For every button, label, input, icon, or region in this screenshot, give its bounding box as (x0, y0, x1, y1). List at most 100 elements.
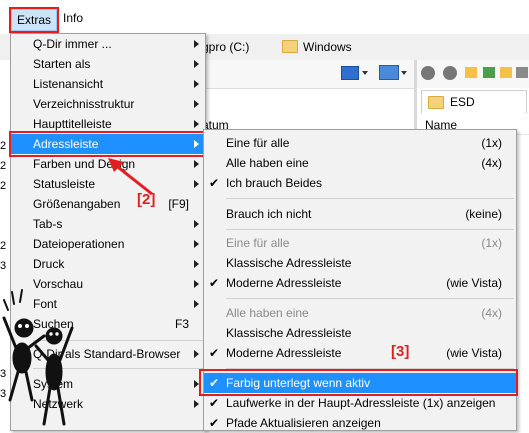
menu-item-label: Haupttitelleiste (33, 117, 112, 131)
chevron-right-icon (194, 40, 199, 48)
chevron-right-icon (194, 120, 199, 128)
chevron-right-icon (194, 240, 199, 248)
menu-item-label: Laufwerke in der Haupt-Adressleiste (1x)… (226, 396, 496, 410)
menu-item-listenansicht[interactable]: Listenansicht (11, 74, 205, 94)
adressleiste-submenu: Eine für alle (1x) Alle haben eine (4x) ✔ I… (203, 129, 517, 431)
chevron-right-icon (194, 220, 199, 228)
menu-item-label: Dateioperationen (33, 237, 125, 251)
chevron-right-icon (194, 400, 199, 408)
up-folder-icon[interactable] (465, 67, 477, 78)
row-number: 2 (0, 240, 7, 252)
menu-item-label: Adressleiste (33, 137, 99, 151)
menu-item-label: Moderne Adressleiste (226, 346, 342, 360)
back-icon[interactable] (421, 66, 435, 80)
submenu-item-pfade-aktualisieren[interactable]: ✔ Pfade Aktualisieren anzeigen (204, 413, 516, 433)
menu-item-druck[interactable]: Druck (11, 254, 205, 274)
folder-icon (428, 96, 444, 109)
chevron-right-icon (194, 140, 199, 148)
folder-tree-icon[interactable] (500, 67, 512, 78)
annotation-arrow (108, 158, 153, 196)
menu-item-shortcut: (keine) (465, 207, 502, 221)
chevron-right-icon (194, 380, 199, 388)
menu-item-label: Verzeichnisstruktur (33, 97, 135, 111)
view-icon[interactable] (341, 66, 359, 80)
chevron-right-icon (194, 350, 199, 358)
row-number: 2 (0, 180, 7, 192)
chevron-right-icon (194, 280, 199, 288)
refresh-icon[interactable] (483, 67, 495, 78)
menu-item-label: Alle haben eine (226, 306, 309, 320)
menu-item-label: Eine für alle (226, 236, 290, 250)
submenu-item-brauch-ich-nicht[interactable]: Brauch ich nicht (keine) (204, 204, 516, 224)
menu-item-label: Statusleiste (33, 177, 96, 191)
menu-item-label: Druck (33, 257, 65, 271)
submenu-item-laufwerke-anzeigen[interactable]: ✔ Laufwerke in der Haupt-Adressleiste (1x… (204, 393, 516, 413)
dancing-figures-illustration (2, 289, 74, 426)
menu-item-starten-als[interactable]: Starten als (11, 54, 205, 74)
submenu-item-farbig-unterlegt[interactable]: ✔ Farbig unterlegt wenn aktiv (204, 373, 516, 393)
submenu-item-moderne-adressleiste[interactable]: ✔ Moderne Adressleiste (wie Vista) (204, 273, 516, 293)
menu-item-label: Klassische Adressleiste (226, 326, 352, 340)
submenu-item-klassische-adressleiste[interactable]: Klassische Adressleiste (204, 253, 516, 273)
menu-item-label: Listenansicht (33, 77, 104, 91)
checkmark-icon: ✔ (209, 176, 220, 190)
chevron-right-icon (194, 100, 199, 108)
submenu-item-moderne-adressleiste-2[interactable]: ✔ Moderne Adressleiste (wie Vista) (204, 343, 516, 363)
menu-item-verzeichnisstruktur[interactable]: Verzeichnisstruktur (11, 94, 205, 114)
submenu-item-klassische-adressleiste-2[interactable]: Klassische Adressleiste (204, 323, 516, 343)
row-number: 2 (0, 160, 7, 172)
menu-item-shortcut: (4x) (481, 156, 502, 170)
chevron-right-icon (194, 160, 199, 168)
menu-item-shortcut: (4x) (481, 306, 502, 320)
menu-item-qdir-immer[interactable]: Q-Dir immer ... (11, 34, 205, 54)
submenu-item-ich-brauch-beides[interactable]: ✔ Ich brauch Beides (204, 173, 516, 193)
row-number: 3 (0, 260, 7, 272)
menu-separator (226, 368, 514, 369)
menu-item-dateioperationen[interactable]: Dateioperationen (11, 234, 205, 254)
chevron-right-icon (194, 60, 199, 68)
menu-item-shortcut: F3 (174, 317, 189, 331)
chevron-right-icon (194, 180, 199, 188)
folder-label: Windows (303, 40, 352, 54)
menu-item-label: Klassische Adressleiste (226, 256, 352, 270)
annotation-marker-3: [3] (391, 343, 410, 360)
chevron-right-icon (194, 300, 199, 308)
forward-icon[interactable] (443, 66, 457, 80)
menu-info[interactable]: Info (58, 8, 88, 28)
tab-label: ESD (450, 95, 475, 109)
submenu-item-alle-haben-eine-disabled: Alle haben eine (4x) (204, 303, 516, 323)
breadcrumb-drive[interactable]: ɡpro (C:) (202, 37, 249, 57)
row-number: 2 (0, 140, 7, 152)
folder-icon (282, 40, 298, 53)
breadcrumb-folder[interactable]: Windows (282, 37, 352, 57)
tab-esd[interactable]: ESD (421, 90, 527, 113)
menu-separator (226, 298, 514, 299)
checkmark-icon: ✔ (209, 396, 220, 410)
submenu-item-alle-haben-eine[interactable]: Alle haben eine (4x) (204, 153, 516, 173)
checkmark-icon: ✔ (209, 416, 220, 430)
submenu-item-eine-fuer-alle-disabled: Eine für alle (1x) (204, 233, 516, 253)
menu-item-label: Eine für alle (226, 136, 290, 150)
menu-extras[interactable]: Extras (8, 7, 60, 33)
menu-item-label: Moderne Adressleiste (226, 276, 342, 290)
menu-item-label: Alle haben eine (226, 156, 309, 170)
menu-item-label: Farbig unterlegt wenn aktiv (226, 376, 371, 390)
view-grid-icon[interactable] (516, 67, 528, 78)
menu-item-tabs[interactable]: Tab-s (11, 214, 205, 234)
chevron-down-icon[interactable] (362, 71, 368, 75)
chevron-right-icon (194, 260, 199, 268)
menu-item-shortcut: (1x) (481, 136, 502, 150)
monitor-icon[interactable] (379, 65, 399, 80)
chevron-right-icon (194, 80, 199, 88)
checkmark-icon: ✔ (209, 376, 220, 390)
menu-item-label: Q-Dir immer ... (33, 37, 112, 51)
menu-item-shortcut: (wie Vista) (446, 346, 502, 360)
menu-item-haupttitelleiste[interactable]: Haupttitelleiste (11, 114, 205, 134)
menu-item-label: Pfade Aktualisieren anzeigen (226, 416, 381, 430)
chevron-down-icon[interactable] (401, 71, 407, 75)
submenu-item-eine-fuer-alle[interactable]: Eine für alle (1x) (204, 133, 516, 153)
drive-label: ɡpro (C:) (202, 40, 250, 54)
menu-item-label: Tab-s (33, 217, 63, 231)
menu-item-label: Brauch ich nicht (226, 207, 312, 221)
menu-item-shortcut: [F9] (168, 197, 189, 211)
